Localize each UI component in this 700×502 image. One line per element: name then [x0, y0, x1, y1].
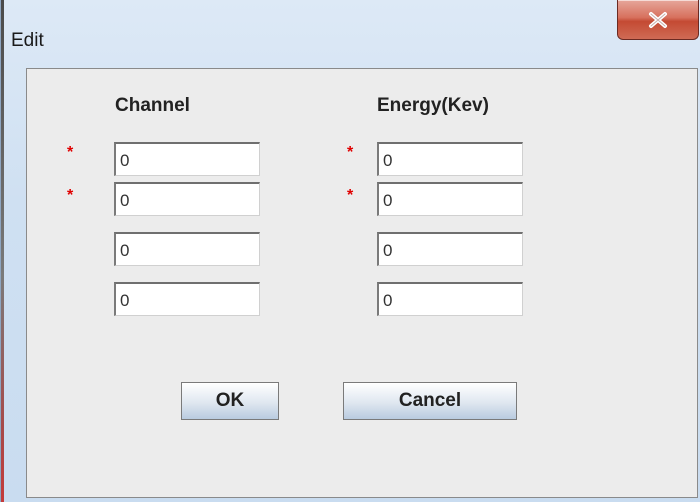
channel-column-header: Channel [115, 95, 190, 116]
edit-dialog-window: Edit Channel Energy(Kev) * * * * OK Canc… [0, 0, 700, 502]
required-marker: * [347, 144, 354, 161]
energy-field-1[interactable] [377, 142, 523, 176]
window-title: Edit [11, 30, 44, 51]
cancel-button[interactable]: Cancel [343, 382, 517, 420]
channel-field-2[interactable] [114, 182, 260, 216]
ok-button[interactable]: OK [181, 382, 279, 420]
energy-column-header: Energy(Kev) [377, 95, 489, 116]
channel-field-3[interactable] [114, 232, 260, 266]
energy-field-4[interactable] [377, 282, 523, 316]
energy-field-3[interactable] [377, 232, 523, 266]
channel-field-1[interactable] [114, 142, 260, 176]
energy-field-2[interactable] [377, 182, 523, 216]
dialog-content: Channel Energy(Kev) * * * * OK Cancel [26, 68, 698, 498]
close-icon [649, 11, 667, 28]
required-marker: * [67, 187, 74, 204]
close-button[interactable] [617, 0, 699, 40]
window-edge [1, 0, 4, 502]
required-marker: * [67, 144, 74, 161]
required-marker: * [347, 187, 354, 204]
channel-field-4[interactable] [114, 282, 260, 316]
